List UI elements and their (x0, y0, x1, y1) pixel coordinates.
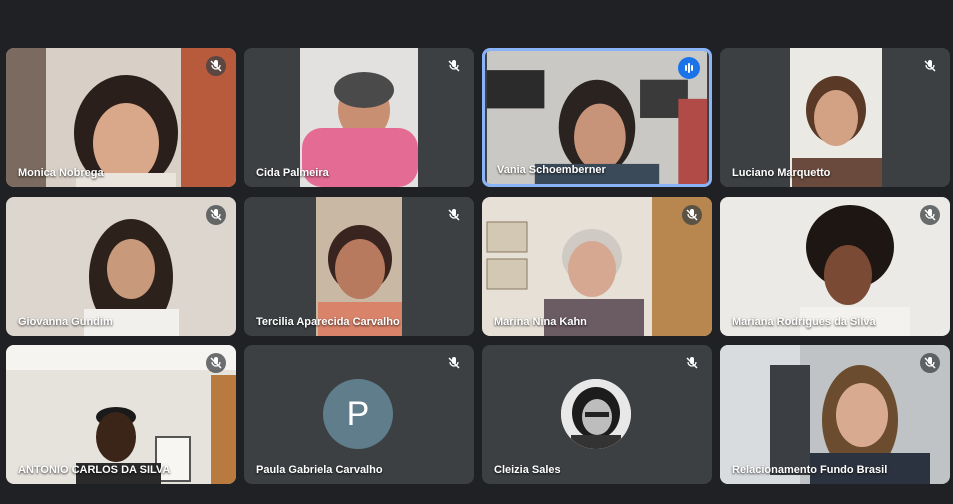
participant-name: Monica Nobrega (18, 167, 104, 179)
participant-name: Giovanna Gundim (18, 316, 113, 328)
participant-tile-paula-gabriela-carvalho[interactable]: P Paula Gabriela Carvalho (244, 345, 474, 484)
avatar: P (323, 379, 393, 449)
participant-name: Tercilia Aparecida Carvalho (256, 316, 400, 328)
mic-off-icon (206, 353, 226, 373)
participant-grid: Monica Nobrega Cida Palmeira Vania Schoe… (0, 0, 953, 504)
participant-tile-tercilia-aparecida-carvalho[interactable]: Tercilia Aparecida Carvalho (244, 197, 474, 336)
participant-name: Relacionamento Fundo Brasil (732, 464, 888, 476)
participant-tile-monica-nobrega[interactable]: Monica Nobrega (6, 48, 236, 187)
participant-tile-luciano-marquetto[interactable]: Luciano Marquetto (720, 48, 950, 187)
mic-off-icon (920, 205, 940, 225)
participant-tile-antonio-carlos-da-silva[interactable]: ANTONIO CARLOS DA SILVA (6, 345, 236, 484)
participant-tile-marina-nina-kahn[interactable]: Marina Nina Kahn (482, 197, 712, 336)
participant-name: Vania Schoemberner (497, 164, 606, 176)
mic-off-icon (206, 205, 226, 225)
audio-level-icon (678, 57, 700, 79)
participant-name: Marina Nina Kahn (494, 316, 587, 328)
mic-off-icon (682, 353, 702, 373)
mic-off-icon (920, 56, 940, 76)
participant-name: Luciano Marquetto (732, 167, 831, 179)
participant-tile-relacionamento-fundo-brasil[interactable]: Relacionamento Fundo Brasil (720, 345, 950, 484)
participant-tile-giovanna-gundim[interactable]: Giovanna Gundim (6, 197, 236, 336)
participant-name: Cleizia Sales (494, 464, 561, 476)
participant-tile-cida-palmeira[interactable]: Cida Palmeira (244, 48, 474, 187)
mic-off-icon (444, 205, 464, 225)
participant-name: ANTONIO CARLOS DA SILVA (18, 464, 171, 476)
participant-name: Cida Palmeira (256, 167, 329, 179)
participant-tile-cleizia-sales[interactable]: Cleizia Sales (482, 345, 712, 484)
mic-off-icon (682, 205, 702, 225)
participant-tile-mariana-rodrigues-da-silva[interactable]: Mariana Rodrigues da Silva (720, 197, 950, 336)
mic-off-icon (920, 353, 940, 373)
mic-off-icon (206, 56, 226, 76)
participant-tile-vania-schoemberner[interactable]: Vania Schoemberner (482, 48, 712, 187)
participant-name: Paula Gabriela Carvalho (256, 464, 383, 476)
mic-off-icon (444, 56, 464, 76)
avatar (561, 379, 631, 449)
mic-off-icon (444, 353, 464, 373)
participant-name: Mariana Rodrigues da Silva (732, 316, 876, 328)
